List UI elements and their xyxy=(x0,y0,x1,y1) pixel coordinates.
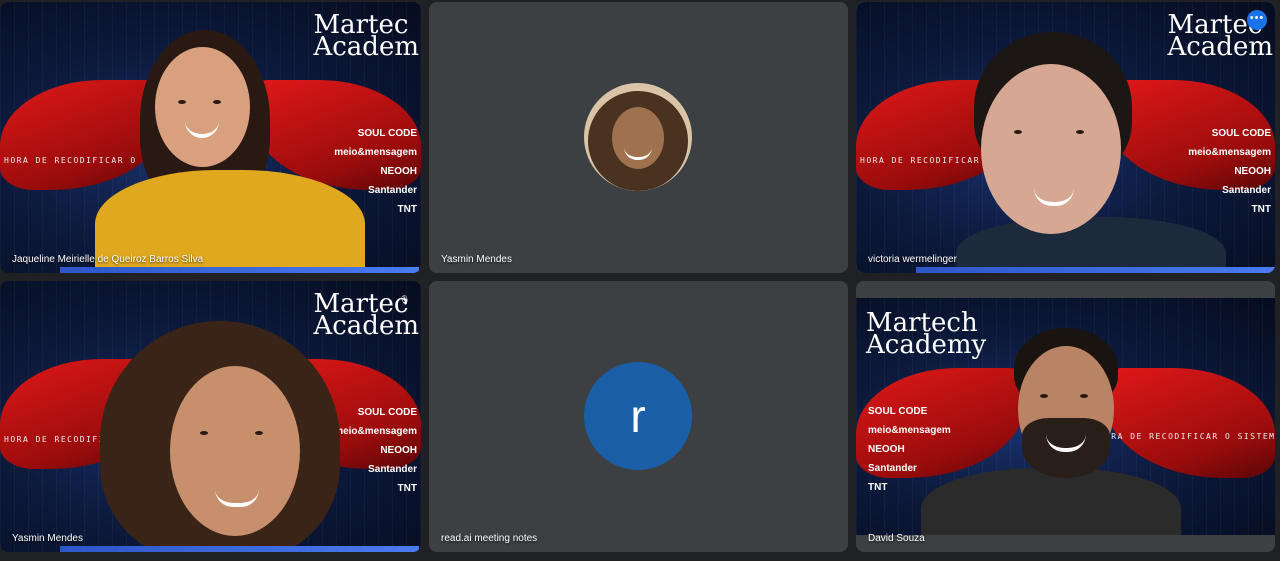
sponsor-list: SOUL CODE meio&mensagem NEOOH Santander … xyxy=(334,407,417,494)
sponsor-santander: Santander xyxy=(368,185,417,196)
participant-tile-jaqueline[interactable]: HORA DE RECODIFICAR O SISTEMA Martec Acad… xyxy=(0,2,421,273)
bottom-stripe xyxy=(916,267,1275,273)
sponsor-soulcode: SOUL CODE xyxy=(868,406,928,417)
profile-photo-avatar xyxy=(584,83,692,191)
background-tagline-mirrored: É HORA DE RECODIFICAR O SISTEMA xyxy=(1086,432,1275,441)
video-frame: Martech Academy É HORA DE RECODIFICAR O S… xyxy=(856,298,1275,535)
mic-off-icon: 🎙 xyxy=(399,295,411,305)
sponsor-soulcode: SOUL CODE xyxy=(357,128,417,139)
sponsor-meio: meio&mensagem xyxy=(334,426,417,437)
participant-tile-yasmin-video[interactable]: HORA DE RECODIFICAR O SISTEMA Martec Acad… xyxy=(0,281,421,552)
sponsor-neooh: NEOOH xyxy=(1234,166,1271,177)
participant-tile-readai[interactable]: r read.ai meeting notes xyxy=(429,281,848,552)
sponsor-list: SOUL CODE meio&mensagem NEOOH Santander … xyxy=(1188,128,1271,215)
sponsor-neooh: NEOOH xyxy=(868,444,905,455)
participant-tile-victoria[interactable]: HORA DE RECODIFICAR O SISTEMA Martec Acad… xyxy=(856,2,1275,273)
participant-name: read.ai meeting notes xyxy=(441,533,538,544)
sponsor-santander: Santander xyxy=(868,463,917,474)
sponsor-meio: meio&mensagem xyxy=(868,425,951,436)
participant-tile-yasmin-avatar[interactable]: Yasmin Mendes xyxy=(429,2,848,273)
participant-name: Yasmin Mendes xyxy=(441,254,512,265)
sponsor-soulcode: SOUL CODE xyxy=(357,407,417,418)
sponsor-meio: meio&mensagem xyxy=(1188,147,1271,158)
bottom-stripe xyxy=(60,546,419,552)
participant-name: victoria wermelinger xyxy=(868,254,957,265)
sponsor-neooh: NEOOH xyxy=(380,445,417,456)
sponsor-santander: Santander xyxy=(368,464,417,475)
brand-logo-mirrored: Martech Academy xyxy=(866,308,987,360)
sponsor-tnt: TNT xyxy=(868,482,888,493)
bottom-stripe xyxy=(60,267,419,273)
participant-name: David Souza xyxy=(868,533,925,544)
sponsor-tnt: TNT xyxy=(397,204,417,215)
initial-avatar: r xyxy=(584,362,692,470)
sponsor-neooh: NEOOH xyxy=(380,166,417,177)
sponsor-tnt: TNT xyxy=(1251,204,1271,215)
participant-name: Jaqueline Meirielle de Queiroz Barros Si… xyxy=(12,254,204,265)
brand-logo: Martec Academ xyxy=(313,10,419,62)
more-options-button[interactable]: ••• xyxy=(1247,10,1267,30)
sponsor-soulcode: SOUL CODE xyxy=(1211,128,1271,139)
sponsor-santander: Santander xyxy=(1222,185,1271,196)
sponsor-tnt: TNT xyxy=(397,483,417,494)
sponsor-meio: meio&mensagem xyxy=(334,147,417,158)
sponsor-list: SOUL CODE meio&mensagem NEOOH Santander … xyxy=(868,406,951,493)
participant-tile-david[interactable]: Martech Academy É HORA DE RECODIFICAR O S… xyxy=(856,281,1275,552)
participant-name: Yasmin Mendes xyxy=(12,533,83,544)
